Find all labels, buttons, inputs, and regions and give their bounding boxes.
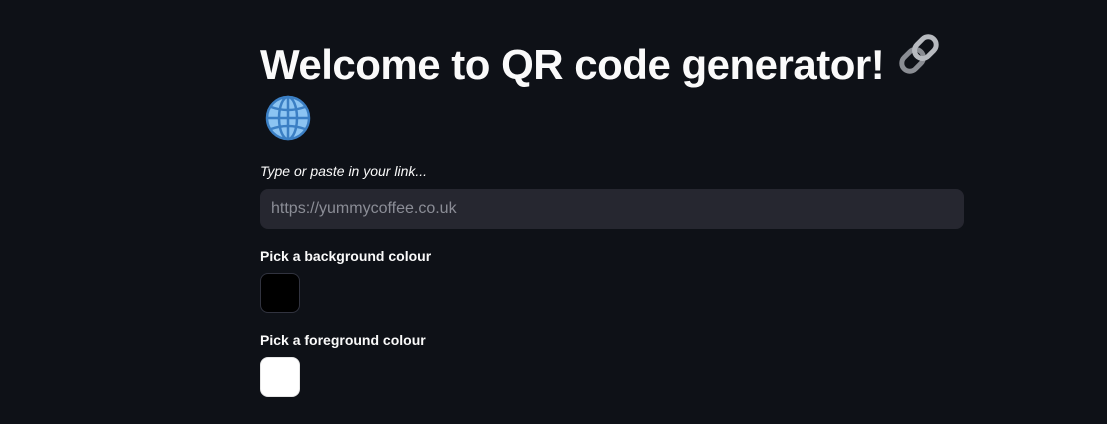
background-colour-swatch[interactable] [260,273,300,313]
link-icon [896,31,942,92]
page-title: Welcome to QR code generator! [260,34,964,98]
page-title-text: Welcome to QR code generator! [260,41,885,88]
link-input[interactable] [260,189,964,229]
foreground-colour-swatch[interactable] [260,357,300,397]
background-colour-label: Pick a background colour [260,248,432,264]
foreground-colour-label: Pick a foreground colour [260,332,426,348]
link-input-caption: Type or paste in your link... [260,163,428,179]
globe-icon [264,94,312,147]
title-second-line [264,94,312,142]
